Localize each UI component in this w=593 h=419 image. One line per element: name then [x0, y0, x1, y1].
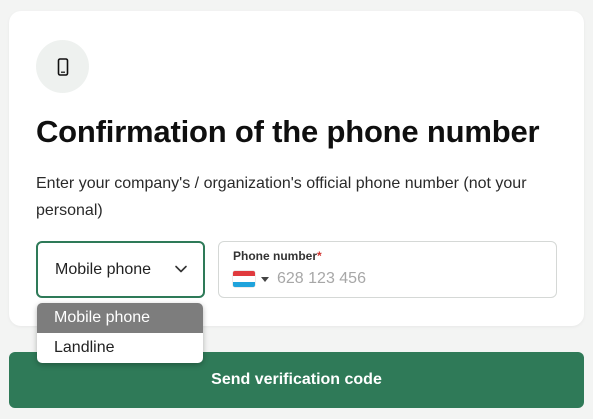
- page-subtitle: Enter your company's / organization's of…: [36, 175, 527, 219]
- phone-confirmation-card: Confirmation of the phone number Enter y…: [9, 11, 584, 326]
- phone-type-dropdown: Mobile phone Landline: [37, 303, 203, 363]
- phone-type-select[interactable]: Mobile phone: [36, 241, 205, 298]
- required-marker: *: [317, 249, 322, 263]
- chevron-down-icon: [175, 265, 187, 273]
- phone-type-option-landline[interactable]: Landline: [37, 333, 203, 363]
- page: Confirmation of the phone number Enter y…: [0, 0, 593, 419]
- phone-number-field[interactable]: Phone number*: [218, 241, 557, 298]
- phone-number-label: Phone number*: [233, 249, 322, 263]
- page-title: Confirmation of the phone number: [36, 114, 540, 149]
- phone-number-input[interactable]: [277, 268, 537, 290]
- country-caret-icon[interactable]: [261, 277, 269, 282]
- mobile-phone-icon: [36, 40, 89, 93]
- luxembourg-flag-icon[interactable]: [233, 271, 255, 287]
- phone-type-selected-value: Mobile phone: [55, 260, 152, 278]
- phone-type-option-mobile[interactable]: Mobile phone: [37, 303, 203, 333]
